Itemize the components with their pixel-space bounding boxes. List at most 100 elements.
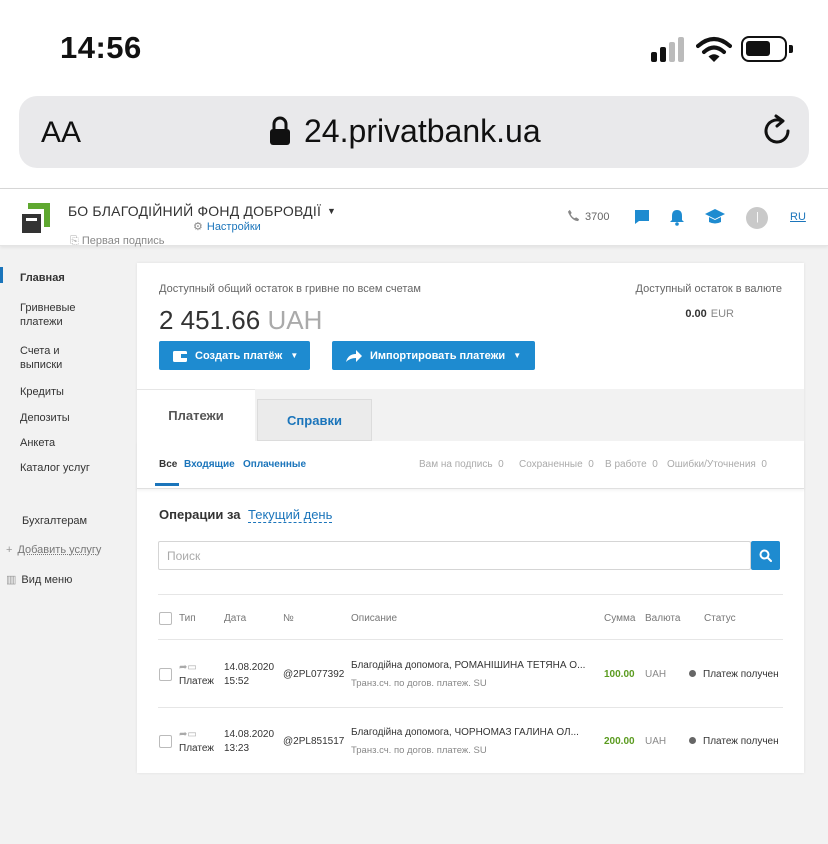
sidebar-item-deposits[interactable]: Депозиты	[20, 411, 70, 425]
column-number[interactable]: №	[283, 613, 294, 624]
status-count: 0	[652, 459, 658, 470]
view-menu-label: Вид меню	[21, 574, 73, 586]
search-box	[158, 541, 765, 570]
chat-icon[interactable]	[633, 208, 651, 226]
fx-balance-currency: EUR	[710, 308, 734, 320]
sidebar-item-home[interactable]: Главная	[20, 271, 65, 285]
sidebar-item-services-catalog[interactable]: Каталог услуг	[20, 461, 90, 475]
status-saved[interactable]: Сохраненные 0	[519, 459, 594, 470]
language-switch[interactable]: RU	[790, 211, 806, 223]
reload-icon[interactable]	[759, 113, 795, 149]
balance-currency: UAH	[267, 305, 323, 335]
text-size-button[interactable]: AA	[41, 116, 81, 150]
column-status[interactable]: Статус	[704, 613, 736, 624]
status-dot	[689, 737, 696, 744]
row-checkbox[interactable]	[159, 668, 172, 681]
payment-type-icon: ➦▭	[179, 662, 197, 673]
search-input[interactable]	[167, 542, 707, 569]
row-number: @2PL851517	[283, 736, 345, 747]
caret-down-icon: ▼	[290, 351, 299, 360]
status-count: 0	[761, 459, 767, 470]
row-amount: 200.00	[604, 736, 635, 747]
row-checkbox[interactable]	[159, 735, 172, 748]
row-description-sub: Транз.сч. по догов. платеж. SU	[351, 745, 487, 756]
status-errors[interactable]: Ошибки/Уточнения 0	[667, 459, 767, 470]
row-description: Благодійна допомога, РОМАНІШИНА ТЕТЯНА О…	[351, 660, 586, 671]
table-row[interactable]: ➦▭ Платеж 14.08.2020 13:23 @2PL851517 Бл…	[137, 707, 804, 773]
tab-payments[interactable]: Платежи	[137, 389, 255, 441]
sidebar-item-credits[interactable]: Кредиты	[20, 385, 64, 399]
signature-info: ⎘ Первая подпись	[70, 235, 164, 248]
graduation-cap-icon[interactable]	[704, 208, 726, 226]
filter-all[interactable]: Все	[159, 459, 177, 470]
payment-type-icon: ➦▭	[179, 729, 197, 740]
wifi-icon	[696, 37, 732, 62]
url-text[interactable]: 24.privatbank.ua	[304, 113, 541, 150]
row-status-label: Платеж получен	[703, 669, 779, 680]
avatar[interactable]: |	[746, 207, 768, 229]
row-status: Платеж получен	[689, 668, 779, 681]
wallet-icon	[173, 350, 187, 362]
status-label: Сохраненные	[519, 459, 583, 470]
plus-icon: +	[6, 544, 13, 556]
table-row[interactable]: ➦▭ Платеж 14.08.2020 15:52 @2PL077392 Бл…	[137, 640, 804, 706]
row-description: Благодійна допомога, ЧОРНОМАЗ ГАЛИНА ОЛ.…	[351, 727, 579, 738]
import-payments-button[interactable]: Импортировать платежи ▼	[332, 341, 535, 370]
phone-icon	[567, 209, 580, 222]
org-name: БО БЛАГОДІЙНИЙ ФОНД ДОБРОВДІЇ	[68, 203, 322, 219]
select-all-checkbox[interactable]	[159, 612, 172, 625]
search-button[interactable]	[751, 541, 780, 570]
org-selector[interactable]: БО БЛАГОДІЙНИЙ ФОНД ДОБРОВДІЇ ▼	[68, 203, 336, 219]
operations-label: Операции за	[159, 507, 241, 522]
column-currency[interactable]: Валюта	[645, 613, 680, 624]
filter-paid[interactable]: Оплаченные	[243, 459, 306, 470]
phone-number: 3700	[585, 211, 610, 223]
signature-icon: ⎘	[70, 235, 79, 247]
row-type: Платеж	[179, 743, 214, 754]
privatbank-logo	[22, 203, 50, 233]
create-payment-button[interactable]: Создать платёж ▼	[159, 341, 310, 370]
status-count: 0	[588, 459, 594, 470]
url-bar[interactable]: AA 24.privatbank.ua	[19, 96, 809, 168]
filter-active-underline	[155, 483, 179, 486]
divider	[158, 594, 783, 595]
status-label: Вам на подпись	[419, 459, 493, 470]
column-type[interactable]: Тип	[179, 613, 196, 624]
caret-down-icon: ▼	[513, 351, 522, 360]
sidebar-item-hryvnia-payments[interactable]: Гривневые платежи	[20, 301, 100, 329]
add-service-link[interactable]: + Добавить услугу	[6, 543, 101, 557]
gear-icon: ⚙	[193, 221, 203, 233]
row-date: 14.08.2020	[224, 729, 275, 740]
sidebar-item-questionnaire[interactable]: Анкета	[20, 436, 55, 450]
app-header: БО БЛАГОДІЙНИЙ ФОНД ДОБРОВДІЇ ▼ ⎘ Первая …	[0, 188, 828, 248]
browser-bar: AA 24.privatbank.ua	[0, 96, 828, 188]
lock-icon	[270, 116, 290, 145]
bell-icon[interactable]	[668, 208, 686, 226]
row-status-label: Платеж получен	[703, 736, 779, 747]
operations-period-selector[interactable]: Текущий день	[248, 507, 333, 523]
main-panel: Доступный общий остаток в гривне по всем…	[137, 263, 804, 773]
tab-certificates[interactable]: Справки	[257, 399, 372, 441]
column-date[interactable]: Дата	[224, 613, 246, 624]
view-menu-button[interactable]: ▥ Вид меню	[6, 573, 72, 587]
signature-label: Первая подпись	[81, 235, 165, 247]
column-description[interactable]: Описание	[351, 613, 397, 624]
status-in-progress[interactable]: В работе 0	[605, 459, 658, 470]
avatar-letter: |	[756, 211, 759, 223]
phone-info[interactable]: 3700	[567, 209, 609, 223]
row-number: @2PL077392	[283, 669, 345, 680]
row-date: 14.08.2020	[224, 662, 275, 673]
status-count: 0	[498, 459, 504, 470]
row-amount: 100.00	[604, 669, 635, 680]
sidebar-item-accounts[interactable]: Счета и выписки	[20, 344, 82, 372]
balance-value: 2 451.66	[159, 305, 261, 335]
column-amount[interactable]: Сумма	[604, 613, 635, 624]
status-to-sign[interactable]: Вам на подпись 0	[419, 459, 504, 470]
sidebar-item-accountants[interactable]: Бухгалтерам	[22, 514, 87, 528]
add-service-label: Добавить услугу	[17, 544, 102, 556]
status-dot	[689, 670, 696, 677]
settings-link[interactable]: ⚙ Настройки	[193, 220, 261, 233]
share-arrow-icon	[346, 349, 362, 362]
balance-amount: 2 451.66 UAH	[159, 305, 322, 336]
filter-incoming[interactable]: Входящие	[184, 459, 235, 470]
